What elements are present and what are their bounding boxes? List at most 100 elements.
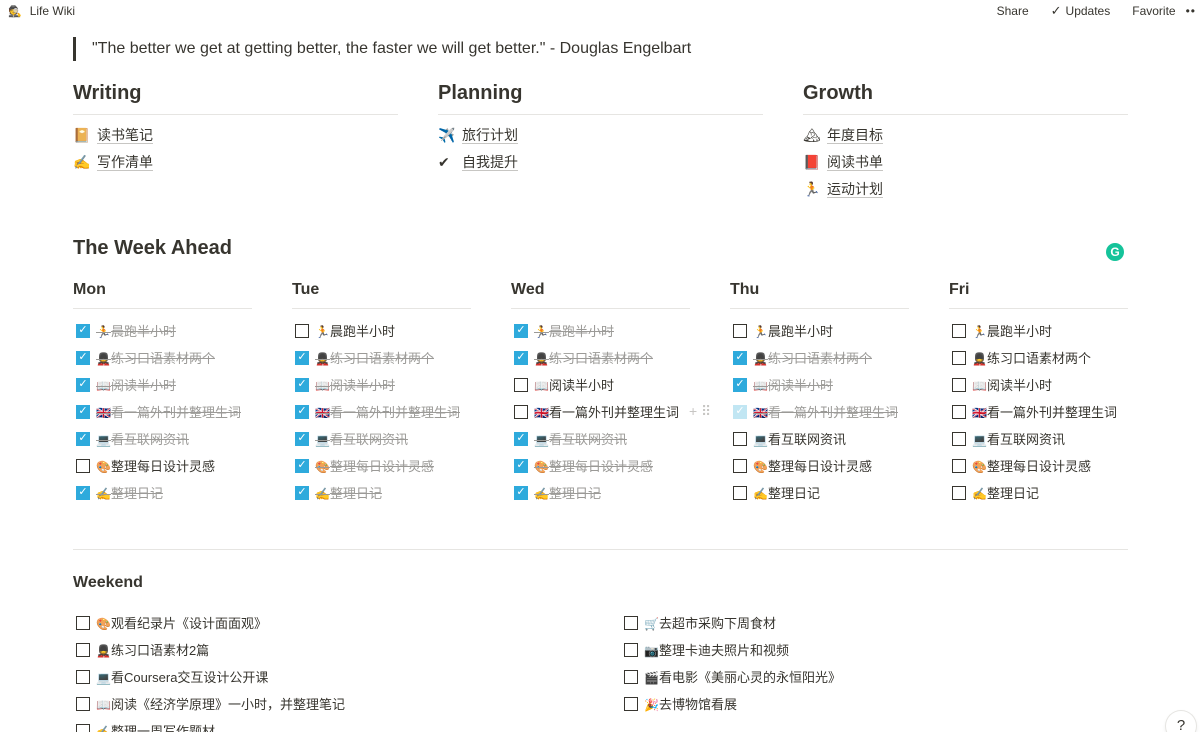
todo-label[interactable]: ✍️整理日记 — [534, 483, 601, 502]
todo-label[interactable]: 📖阅读《经济学原理》一小时，并整理笔记 — [96, 694, 345, 713]
todo-checkbox[interactable] — [952, 323, 966, 338]
quote-block[interactable]: "The better we get at getting better, th… — [73, 37, 691, 61]
todo-label[interactable]: 🇬🇧看一篇外刊并整理生词 — [972, 402, 1117, 421]
page-link[interactable]: ✍️ 写作清单 — [73, 149, 398, 176]
todo-label[interactable]: 💻看互联网资讯 — [315, 429, 408, 448]
todo-label[interactable]: 📖阅读半小时 — [753, 375, 833, 394]
todo-label[interactable]: 💂练习口语素材两个 — [315, 348, 434, 367]
todo-label[interactable]: 🎨整理每日设计灵感 — [972, 456, 1091, 475]
todo-checkbox[interactable]: ✓ — [733, 404, 747, 419]
todo-label[interactable]: 🏃晨跑半小时 — [96, 321, 176, 340]
todo-label[interactable]: 🇬🇧看一篇外刊并整理生词 — [534, 402, 679, 421]
todo-checkbox[interactable] — [76, 723, 90, 732]
todo-label[interactable]: 💻看互联网资讯 — [753, 429, 846, 448]
todo-checkbox[interactable]: ✓ — [295, 377, 309, 392]
todo-label[interactable]: 🎨整理每日设计灵感 — [96, 456, 215, 475]
page-link[interactable]: 🏃 运动计划 — [803, 176, 1128, 203]
todo-label[interactable]: 📖阅读半小时 — [534, 375, 614, 394]
todo-label[interactable]: 🇬🇧看一篇外刊并整理生词 — [753, 402, 898, 421]
todo-checkbox[interactable] — [952, 350, 966, 365]
todo-checkbox[interactable]: ✓ — [514, 431, 528, 446]
todo-checkbox[interactable] — [624, 669, 638, 684]
more-options-icon[interactable]: •• — [1186, 4, 1196, 18]
page-link[interactable]: 📕 阅读书单 — [803, 149, 1128, 176]
todo-checkbox[interactable] — [733, 323, 747, 338]
todo-label[interactable]: 📷整理卡迪夫照片和视频 — [644, 640, 789, 659]
todo-checkbox[interactable] — [733, 458, 747, 473]
todo-checkbox[interactable]: ✓ — [295, 404, 309, 419]
todo-checkbox[interactable] — [624, 696, 638, 711]
todo-checkbox[interactable] — [76, 458, 90, 473]
todo-checkbox[interactable] — [76, 669, 90, 684]
todo-label[interactable]: 💂练习口语素材两个 — [753, 348, 872, 367]
todo-label[interactable]: 💂练习口语素材两个 — [972, 348, 1091, 367]
todo-label[interactable]: 📖阅读半小时 — [972, 375, 1052, 394]
todo-checkbox[interactable] — [514, 404, 528, 419]
todo-checkbox[interactable]: ✓ — [295, 485, 309, 500]
todo-label[interactable]: 💻看互联网资讯 — [972, 429, 1065, 448]
todo-label[interactable]: 🏃晨跑半小时 — [972, 321, 1052, 340]
todo-checkbox[interactable] — [624, 642, 638, 657]
todo-checkbox[interactable]: ✓ — [733, 350, 747, 365]
todo-checkbox[interactable]: ✓ — [514, 323, 528, 338]
todo-checkbox[interactable]: ✓ — [76, 323, 90, 338]
todo-label[interactable]: ✍️整理一周写作题材 — [96, 721, 215, 732]
todo-label[interactable]: 📖阅读半小时 — [96, 375, 176, 394]
todo-checkbox[interactable]: ✓ — [295, 350, 309, 365]
todo-checkbox[interactable] — [733, 485, 747, 500]
todo-checkbox[interactable]: ✓ — [514, 485, 528, 500]
todo-checkbox[interactable] — [952, 485, 966, 500]
todo-checkbox[interactable]: ✓ — [295, 458, 309, 473]
todo-checkbox[interactable] — [952, 458, 966, 473]
todo-checkbox[interactable]: ✓ — [76, 404, 90, 419]
favorite-button[interactable]: Favorite — [1132, 4, 1175, 18]
todo-label[interactable]: 🛒去超市采购下周食材 — [644, 613, 776, 632]
todo-checkbox[interactable] — [733, 431, 747, 446]
breadcrumb[interactable]: 🕵 Life Wiki — [0, 4, 75, 18]
todo-label[interactable]: ✍️整理日记 — [972, 483, 1039, 502]
page-link[interactable]: ✈️ 旅行计划 — [438, 122, 763, 149]
page-title[interactable]: Life Wiki — [30, 4, 75, 18]
todo-label[interactable]: 💻看Coursera交互设计公开课 — [96, 667, 268, 686]
drag-handle-icon[interactable]: + ⠿ — [689, 403, 711, 420]
todo-label[interactable]: ✍️整理日记 — [315, 483, 382, 502]
page-link[interactable]: 📔 读书笔记 — [73, 122, 398, 149]
todo-checkbox[interactable] — [952, 431, 966, 446]
todo-label[interactable]: 🎨整理每日设计灵感 — [315, 456, 434, 475]
todo-checkbox[interactable]: ✓ — [733, 377, 747, 392]
todo-checkbox[interactable] — [76, 615, 90, 630]
todo-checkbox[interactable]: ✓ — [514, 458, 528, 473]
share-button[interactable]: Share — [997, 4, 1029, 18]
todo-label[interactable]: 📖阅读半小时 — [315, 375, 395, 394]
todo-label[interactable]: 🎬看电影《美丽心灵的永恒阳光》 — [644, 667, 841, 686]
todo-label[interactable]: 🎨观看纪录片《设计面面观》 — [96, 613, 267, 632]
todo-checkbox[interactable]: ✓ — [76, 485, 90, 500]
todo-checkbox[interactable] — [76, 696, 90, 711]
todo-checkbox[interactable] — [624, 615, 638, 630]
todo-label[interactable]: 💂练习口语素材2篇 — [96, 640, 209, 659]
todo-checkbox[interactable] — [952, 377, 966, 392]
todo-label[interactable]: 💂练习口语素材两个 — [96, 348, 215, 367]
todo-checkbox[interactable]: ✓ — [76, 377, 90, 392]
todo-checkbox[interactable] — [514, 377, 528, 392]
page-link[interactable]: 🏔 年度目标 — [803, 122, 1128, 149]
todo-checkbox[interactable]: ✓ — [295, 431, 309, 446]
todo-label[interactable]: 💂练习口语素材两个 — [534, 348, 653, 367]
help-button[interactable]: ? — [1166, 711, 1196, 732]
todo-checkbox[interactable] — [295, 323, 309, 338]
todo-checkbox[interactable] — [76, 642, 90, 657]
todo-label[interactable]: 🎨整理每日设计灵感 — [534, 456, 653, 475]
grammarly-icon[interactable]: G — [1106, 243, 1124, 261]
todo-checkbox[interactable]: ✓ — [76, 431, 90, 446]
todo-label[interactable]: 🇬🇧看一篇外刊并整理生词 — [96, 402, 241, 421]
page-link[interactable]: ✔ 自我提升 — [438, 149, 763, 176]
updates-button[interactable]: ✓ Updates — [1051, 3, 1111, 19]
todo-checkbox[interactable] — [952, 404, 966, 419]
todo-label[interactable]: 🎨整理每日设计灵感 — [753, 456, 872, 475]
todo-checkbox[interactable]: ✓ — [76, 350, 90, 365]
todo-label[interactable]: ✍️整理日记 — [753, 483, 820, 502]
todo-label[interactable]: ✍️整理日记 — [96, 483, 163, 502]
todo-label[interactable]: 🇬🇧看一篇外刊并整理生词 — [315, 402, 460, 421]
todo-checkbox[interactable]: ✓ — [514, 350, 528, 365]
todo-label[interactable]: 🎉去博物馆看展 — [644, 694, 737, 713]
